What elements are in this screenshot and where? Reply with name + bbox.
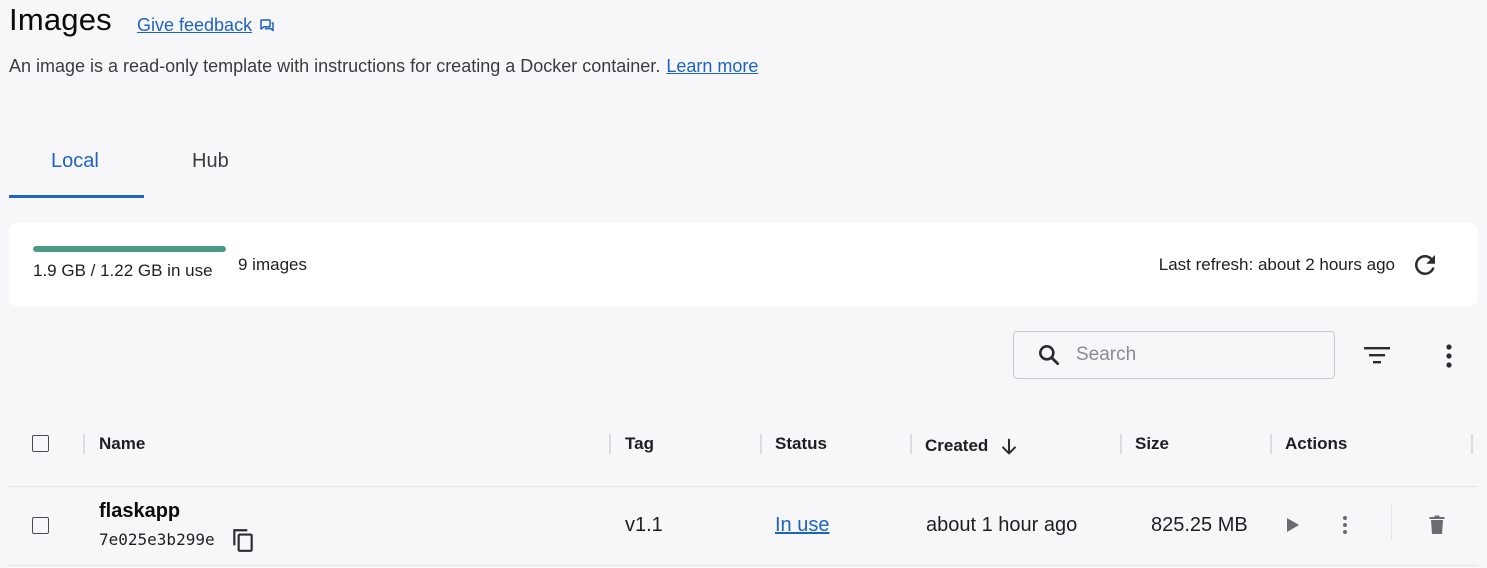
- filter-icon: [1364, 347, 1390, 364]
- refresh-button[interactable]: [1410, 250, 1440, 280]
- refresh-icon: [1415, 255, 1435, 275]
- disk-usage-bar: [33, 246, 226, 252]
- image-count: 9 images: [238, 255, 307, 274]
- image-created: about 1 hour ago: [926, 514, 1078, 536]
- page-subtitle: An image is a read-only template with in…: [9, 56, 758, 77]
- image-tag: v1.1: [625, 514, 663, 536]
- delete-button[interactable]: [1425, 513, 1449, 537]
- row-divider: [9, 565, 1478, 566]
- image-id: 7e025e3b299e: [99, 530, 215, 549]
- more-vertical-icon: [1446, 344, 1452, 368]
- learn-more-link[interactable]: Learn more: [666, 56, 758, 76]
- column-separator: [1471, 434, 1473, 454]
- more-options-button[interactable]: [1433, 340, 1465, 372]
- arrow-down-icon: [1002, 438, 1017, 455]
- play-icon: [1287, 518, 1299, 532]
- tab-local[interactable]: Local: [51, 150, 99, 173]
- page-title: Images: [9, 2, 112, 37]
- disk-usage-bar-fill: [33, 246, 226, 252]
- column-separator: [83, 434, 85, 454]
- copy-id-button[interactable]: [230, 527, 256, 553]
- column-header-actions: Actions: [1285, 434, 1348, 453]
- filter-button[interactable]: [1361, 340, 1393, 372]
- row-checkbox[interactable]: [32, 517, 49, 534]
- column-header-created-label: Created: [925, 436, 989, 455]
- column-separator: [760, 434, 762, 454]
- copy-icon: [233, 529, 253, 552]
- column-separator: [1120, 434, 1122, 454]
- image-name[interactable]: flaskapp: [99, 500, 180, 523]
- give-feedback-label: Give feedback: [137, 15, 253, 35]
- search-icon: [1039, 345, 1060, 366]
- header-divider: [9, 486, 1478, 487]
- subtitle-text: An image is a read-only template with in…: [9, 56, 661, 76]
- column-separator: [609, 434, 611, 454]
- row-more-options-button[interactable]: [1333, 513, 1357, 537]
- search-box: [1013, 331, 1335, 379]
- select-all-checkbox[interactable]: [32, 435, 49, 452]
- column-header-name[interactable]: Name: [99, 434, 145, 454]
- column-header-tag[interactable]: Tag: [625, 434, 654, 454]
- image-size: 825.25 MB: [1151, 514, 1248, 536]
- actions-divider: [1391, 505, 1392, 541]
- trash-icon: [1429, 515, 1445, 534]
- column-header-created[interactable]: Created: [925, 434, 1020, 458]
- disk-usage-text: 1.9 GB / 1.22 GB in use: [33, 261, 213, 280]
- last-refresh-text: Last refresh: about 2 hours ago: [1158, 255, 1395, 274]
- column-header-status[interactable]: Status: [775, 434, 827, 454]
- image-status-link[interactable]: In use: [775, 514, 829, 537]
- search-input[interactable]: [1076, 344, 1316, 366]
- column-separator: [910, 434, 912, 454]
- chat-bubbles-icon: [260, 18, 274, 31]
- column-header-size[interactable]: Size: [1135, 434, 1169, 454]
- active-tab-indicator: [9, 195, 144, 198]
- run-button[interactable]: [1281, 513, 1305, 537]
- tab-hub[interactable]: Hub: [192, 150, 229, 173]
- give-feedback-link[interactable]: Give feedback: [137, 15, 276, 36]
- column-separator: [1270, 434, 1272, 454]
- more-vertical-icon: [1343, 516, 1347, 534]
